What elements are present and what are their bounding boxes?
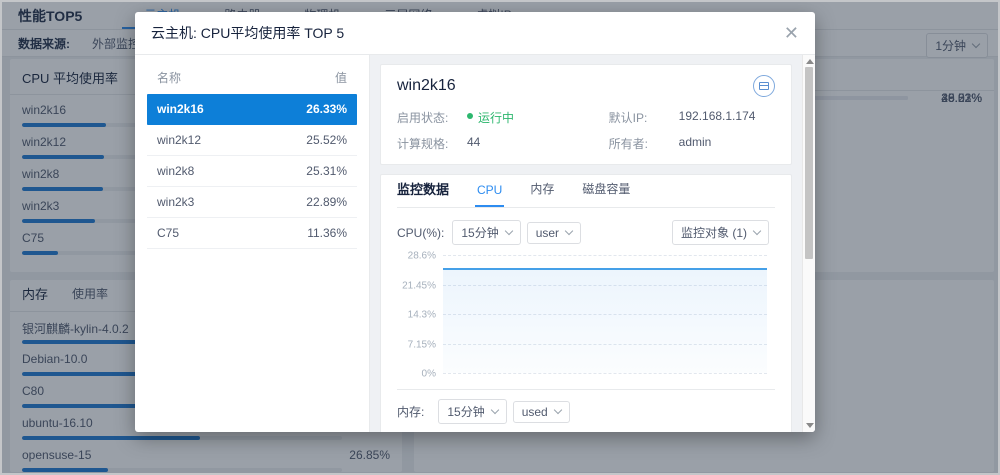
chart-area-fill (443, 268, 767, 373)
field-value: 运行中 (478, 109, 514, 126)
host-list-rows: win2k16 26.33% win2k12 25.52% win2k8 25.… (147, 94, 357, 249)
y-tick-label: 14.3% (408, 310, 436, 321)
cpu-controls: CPU(%): 15分钟 user 监控对象 (1) (397, 220, 775, 245)
cpu-period-select[interactable]: 15分钟 (452, 220, 520, 245)
modal-title: 云主机: CPU平均使用率 TOP 5 (151, 23, 344, 43)
host-value: 25.52% (306, 133, 347, 147)
host-list-item[interactable]: win2k3 22.89% (147, 187, 357, 218)
field-value: 192.168.1.174 (679, 109, 756, 126)
scrollbar-thumb[interactable] (805, 67, 813, 259)
console-icon[interactable] (753, 75, 775, 97)
host-list-item[interactable]: win2k12 25.52% (147, 125, 357, 156)
monitor-tab[interactable]: CPU (475, 183, 504, 207)
monitor-card: 监控数据 CPU 内存磁盘容量 CPU(%): 15分钟 user (380, 174, 792, 432)
y-tick-label: 28.6% (408, 251, 436, 262)
detail-field: 启用状态: 运行中 (397, 109, 609, 126)
scroll-up-arrow-icon[interactable] (806, 59, 814, 64)
y-tick-label: 0% (422, 369, 436, 380)
chart-series-line (443, 268, 767, 270)
cpu-metric-select[interactable]: user (527, 222, 581, 244)
field-value: 44 (467, 135, 480, 152)
status-dot-icon (467, 113, 473, 119)
monitor-target-select[interactable]: 监控对象 (1) (672, 220, 769, 245)
host-value: 26.33% (306, 102, 347, 116)
detail-field: 计算规格: 44 (397, 135, 609, 152)
host-info-card: win2k16 启用状态: 运行中 默认IP: 192.168.1.174 (380, 64, 792, 165)
host-value: 25.31% (306, 164, 347, 178)
host-name: win2k16 (157, 102, 204, 116)
monitor-tabs: CPU 内存磁盘容量 (475, 180, 656, 207)
host-list-item[interactable]: win2k16 26.33% (147, 94, 357, 125)
memory-controls: 内存: 15分钟 used (397, 390, 775, 432)
field-label: 计算规格: (397, 135, 467, 152)
host-name: win2k8 (157, 164, 194, 178)
monitor-tab[interactable]: 内存 (528, 180, 556, 207)
monitor-tabs-row: 监控数据 CPU 内存磁盘容量 (397, 175, 775, 208)
host-name: C75 (157, 226, 179, 240)
field-label: 所有者: (609, 135, 679, 152)
detail-fields: 启用状态: 运行中 默认IP: 192.168.1.174 计算规格: 44 (397, 109, 775, 152)
field-label: 默认IP: (609, 109, 679, 126)
list-header-value: 值 (335, 69, 347, 86)
list-header: 名称 值 (147, 65, 357, 94)
field-label: 启用状态: (397, 109, 467, 126)
gridline: 28.6% (443, 255, 767, 256)
y-tick-label: 21.45% (402, 280, 436, 291)
memory-metric-select[interactable]: used (513, 401, 570, 423)
close-icon[interactable]: ✕ (784, 24, 799, 42)
host-list-item[interactable]: C75 11.36% (147, 218, 357, 249)
memory-control-label: 内存: (397, 403, 424, 420)
detail-field: 所有者: admin (609, 135, 775, 152)
screen: 性能TOP5 云主机路由器物理机三层网络虚拟IP 数据来源: 外部监控 内部监控… (0, 0, 1000, 475)
scrollbar (802, 55, 815, 432)
chevron-down-icon (565, 227, 573, 235)
host-detail: win2k16 启用状态: 运行中 默认IP: 192.168.1.174 (370, 55, 802, 432)
cpu-control-label: CPU(%): (397, 226, 444, 240)
host-value: 11.36% (307, 226, 347, 240)
dashboard-page: 性能TOP5 云主机路由器物理机三层网络虚拟IP 数据来源: 外部监控 内部监控… (2, 2, 998, 473)
field-value: admin (679, 135, 712, 152)
chevron-down-icon (553, 406, 561, 414)
scroll-down-arrow-icon[interactable] (806, 423, 814, 428)
host-value: 22.89% (306, 195, 347, 209)
monitor-tab[interactable]: 磁盘容量 (580, 180, 632, 207)
host-name: win2k12 (157, 133, 201, 147)
y-tick-label: 7.15% (408, 339, 436, 350)
detail-field: 默认IP: 192.168.1.174 (609, 109, 775, 126)
modal-header: 云主机: CPU平均使用率 TOP 5 ✕ (135, 12, 815, 55)
host-name: win2k3 (157, 195, 194, 209)
monitor-section-label: 监控数据 (397, 179, 449, 207)
host-list-item[interactable]: win2k8 25.31% (147, 156, 357, 187)
host-list: 名称 值 win2k16 26.33% win2k12 25.52% win2k… (135, 55, 370, 432)
chevron-down-icon (504, 227, 512, 235)
list-header-name: 名称 (157, 69, 181, 86)
chevron-down-icon (490, 406, 498, 414)
cpu-line-chart: 28.6%21.45%14.3%7.15%0% (443, 255, 775, 373)
detail-host-title: win2k16 (397, 77, 456, 95)
memory-period-select[interactable]: 15分钟 (438, 399, 506, 424)
chevron-down-icon (753, 227, 761, 235)
gridline: 0% (443, 373, 767, 374)
cpu-top5-modal: 云主机: CPU平均使用率 TOP 5 ✕ 名称 值 win2k16 26.33… (135, 12, 815, 432)
